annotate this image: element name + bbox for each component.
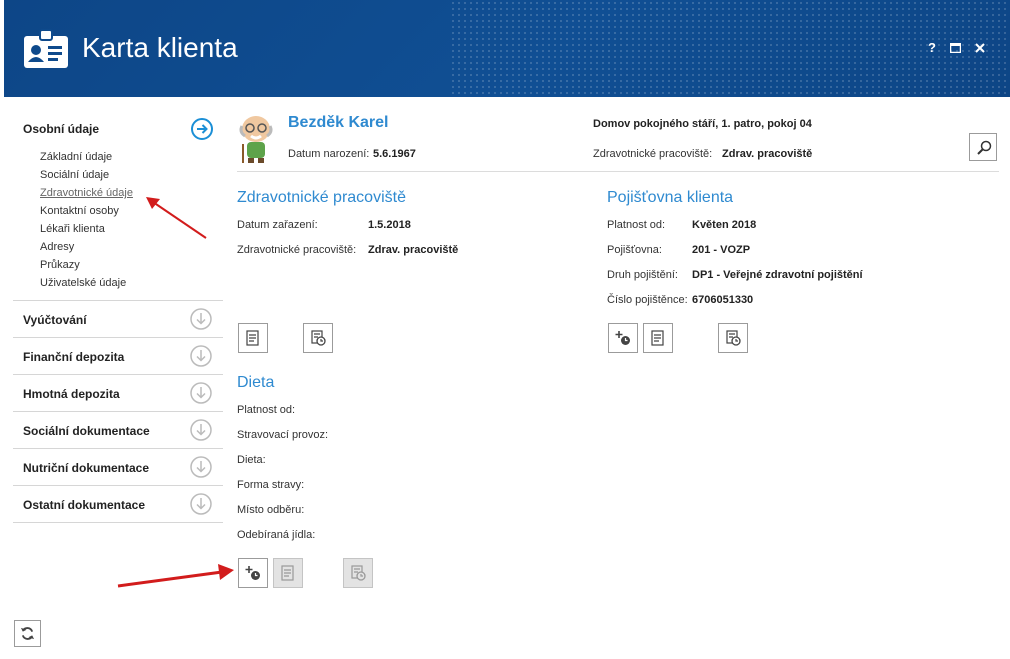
annotation-arrow-icon [117,564,234,588]
document-icon [651,330,664,346]
sidebar-item-kontaktni-osoby[interactable]: Kontaktní osoby [40,202,223,220]
refresh-icon [20,627,35,640]
sidebar-item-zdravotnicke-udaje[interactable]: Zdravotnické údaje [40,184,223,202]
sidebar-section-label: Nutriční dokumentace [23,461,150,475]
add-history-icon [615,331,630,345]
diet-operation-label: Stravovací provoz: [237,429,329,441]
sidebar-subitems: Základní údaje Sociální údaje Zdravotnic… [13,148,223,301]
arrow-down-circle-icon[interactable] [190,308,212,330]
maximize-icon[interactable] [950,43,961,53]
insurance-type-label: Druh pojištění: [607,269,678,281]
client-location: Domov pokojného stáří, 1. patro, pokoj 0… [593,118,812,130]
health-history-button[interactable] [303,323,333,353]
refresh-button[interactable] [14,620,41,647]
sidebar-section-label: Ostatní dokumentace [23,498,146,512]
sidebar-section-financni-depozita[interactable]: Finanční depozita [13,338,223,375]
document-history-icon [726,330,741,346]
workplace-value: Zdrav. pracoviště [722,148,813,160]
client-avatar [239,116,273,163]
client-card-icon [24,29,68,68]
sidebar-section-vyuctovani[interactable]: Vyúčtování [13,301,223,338]
assigned-date-value: 1.5.2018 [368,219,411,231]
add-history-icon [245,566,260,580]
help-button[interactable]: ? [928,40,936,55]
sidebar-item-zakladni-udaje[interactable]: Základní údaje [40,148,223,166]
insurance-type-value: DP1 - Veřejné zdravotní pojištění [692,269,863,281]
arrow-down-circle-icon[interactable] [190,345,212,367]
insurance-number-value: 6706051330 [692,294,754,306]
sidebar-section-label: Osobní údaje [23,122,100,136]
health-workplace-value: Zdrav. pracoviště [368,244,459,256]
app-header: Karta klienta ? [4,0,1010,97]
diet-add-button[interactable] [238,558,268,588]
client-name: Bezděk Karel [288,114,389,131]
sidebar: Osobní údaje Základní údaje Sociální úda… [13,110,223,523]
health-section-title: Zdravotnické pracoviště [237,189,406,206]
insurance-section-title: Pojišťovna klienta [607,189,734,206]
diet-edit-button[interactable] [273,558,303,588]
assigned-date-label: Datum zařazení: [237,219,318,231]
diet-form-label: Forma stravy: [237,479,305,491]
sidebar-section-osobni-udaje[interactable]: Osobní údaje [13,110,223,148]
diet-history-button[interactable] [343,558,373,588]
sidebar-section-label: Finanční depozita [23,350,125,364]
document-icon [246,330,259,346]
sidebar-section-hmotna-depozita[interactable]: Hmotná depozita [13,375,223,412]
sidebar-item-lekari-klienta[interactable]: Lékaři klienta [40,220,223,238]
header-divider [237,171,999,172]
workplace-label: Zdravotnické pracoviště: [593,148,713,160]
sidebar-section-nutricni-dokumentace[interactable]: Nutriční dokumentace [13,449,223,486]
health-workplace-label: Zdravotnické pracoviště: [237,244,357,256]
document-history-icon [311,330,326,346]
header-pattern [450,0,1010,97]
diet-pickup-label: Místo odběru: [237,504,305,516]
sidebar-section-label: Sociální dokumentace [23,424,150,438]
sidebar-item-uzivatelske-udaje[interactable]: Uživatelské údaje [40,274,223,292]
arrow-down-circle-icon[interactable] [190,382,212,404]
insurance-company-value: 201 - VOZP [692,244,751,256]
document-history-icon [351,565,366,581]
insurance-history-button[interactable] [718,323,748,353]
dob-value: 5.6.1967 [373,148,416,160]
insurance-add-button[interactable] [608,323,638,353]
document-icon [281,565,294,581]
close-icon[interactable] [975,43,985,53]
arrow-down-circle-icon[interactable] [190,419,212,441]
sidebar-section-label: Vyúčtování [23,313,87,327]
diet-meals-label: Odebíraná jídla: [237,529,316,541]
sidebar-section-socialni-dokumentace[interactable]: Sociální dokumentace [13,412,223,449]
insurance-valid-value: Květen 2018 [692,219,757,231]
sidebar-section-label: Hmotná depozita [23,387,120,401]
arrow-down-circle-icon[interactable] [190,456,212,478]
diet-section-title: Dieta [237,374,275,391]
search-client-button[interactable] [969,133,997,161]
diet-valid-label: Platnost od: [237,404,296,416]
insurance-company-label: Pojišťovna: [607,244,662,256]
sidebar-item-socialni-udaje[interactable]: Sociální údaje [40,166,223,184]
arrow-down-circle-icon[interactable] [190,493,212,515]
diet-label: Dieta: [237,454,266,466]
magnifier-icon [977,140,992,155]
insurance-number-label: Číslo pojištěnce: [607,294,688,306]
health-edit-button[interactable] [238,323,268,353]
sidebar-item-adresy[interactable]: Adresy [40,238,223,256]
insurance-edit-button[interactable] [643,323,673,353]
dob-label: Datum narození: [288,148,370,160]
arrow-right-circle-icon[interactable] [190,117,214,141]
insurance-valid-label: Platnost od: [607,219,666,231]
window-title: Karta klienta [82,32,238,63]
sidebar-section-ostatni-dokumentace[interactable]: Ostatní dokumentace [13,486,223,523]
sidebar-item-prukazy[interactable]: Průkazy [40,256,223,274]
